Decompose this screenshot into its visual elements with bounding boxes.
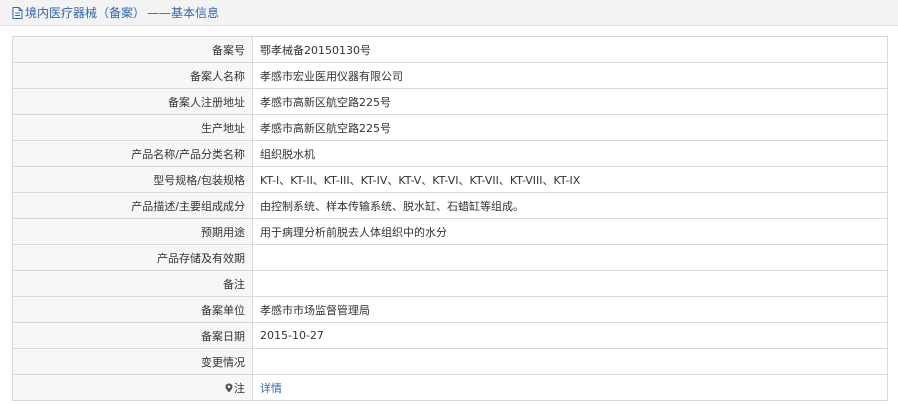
details-link[interactable]: 详情	[260, 382, 282, 395]
row-label: 变更情况	[12, 348, 253, 375]
row-value	[252, 270, 888, 297]
row-label: 备案日期	[12, 322, 253, 349]
note-value-cell: 详情	[252, 374, 888, 401]
pin-icon	[225, 383, 233, 392]
row-label: 备注	[12, 270, 253, 297]
table-row: 产品描述/主要组成成分 由控制系统、样本传输系统、脱水缸、石蜡缸等组成。	[12, 192, 888, 219]
row-value	[252, 244, 888, 271]
page-subtitle: ——基本信息	[147, 6, 220, 20]
table-row: 备案单位 孝感市市场监督管理局	[12, 296, 888, 323]
table-row: 备案号 鄂孝械备20150130号	[12, 36, 888, 63]
table-row: 生产地址 孝感市高新区航空路225号	[12, 114, 888, 141]
page-header: 境内医疗器械（备案） ——基本信息	[0, 0, 898, 26]
row-value: 鄂孝械备20150130号	[252, 36, 888, 63]
table-row: 备案日期 2015-10-27	[12, 322, 888, 349]
table-row: 备案人注册地址 孝感市高新区航空路225号	[12, 88, 888, 115]
note-label: 注	[234, 381, 245, 395]
row-label: 型号规格/包装规格	[12, 166, 253, 193]
row-label: 预期用途	[12, 218, 253, 245]
table-row: 产品存储及有效期	[12, 244, 888, 271]
row-label: 备案人注册地址	[12, 88, 253, 115]
note-label-cell: 注	[12, 374, 253, 401]
row-value: 2015-10-27	[252, 322, 888, 349]
row-label: 生产地址	[12, 114, 253, 141]
table-row: 变更情况	[12, 348, 888, 375]
table-row: 备案人名称 孝感市宏业医用仪器有限公司	[12, 62, 888, 89]
row-value	[252, 348, 888, 375]
row-label: 产品名称/产品分类名称	[12, 140, 253, 167]
row-value: 由控制系统、样本传输系统、脱水缸、石蜡缸等组成。	[252, 192, 888, 219]
info-table: 备案号 鄂孝械备20150130号 备案人名称 孝感市宏业医用仪器有限公司 备案人注…	[12, 36, 888, 401]
note-row: 注 详情	[12, 374, 888, 401]
row-value: 孝感市市场监督管理局	[252, 296, 888, 323]
row-value: 组织脱水机	[252, 140, 888, 167]
table-row: 产品名称/产品分类名称 组织脱水机	[12, 140, 888, 167]
row-value: KT-I、KT-II、KT-III、KT-IV、KT-V、KT-VI、KT-VI…	[252, 166, 888, 193]
row-label: 产品描述/主要组成成分	[12, 192, 253, 219]
row-label: 备案号	[12, 36, 253, 63]
row-label: 备案单位	[12, 296, 253, 323]
table-row: 备注	[12, 270, 888, 297]
table-row: 预期用途 用于病理分析前脱去人体组织中的水分	[12, 218, 888, 245]
document-icon	[12, 6, 23, 19]
table-row: 型号规格/包装规格 KT-I、KT-II、KT-III、KT-IV、KT-V、KT…	[12, 166, 888, 193]
row-value: 孝感市高新区航空路225号	[252, 114, 888, 141]
row-label: 备案人名称	[12, 62, 253, 89]
row-value: 孝感市高新区航空路225号	[252, 88, 888, 115]
row-label: 产品存储及有效期	[12, 244, 253, 271]
page-title: 境内医疗器械（备案）	[25, 6, 146, 20]
row-value: 孝感市宏业医用仪器有限公司	[252, 62, 888, 89]
row-value: 用于病理分析前脱去人体组织中的水分	[252, 218, 888, 245]
